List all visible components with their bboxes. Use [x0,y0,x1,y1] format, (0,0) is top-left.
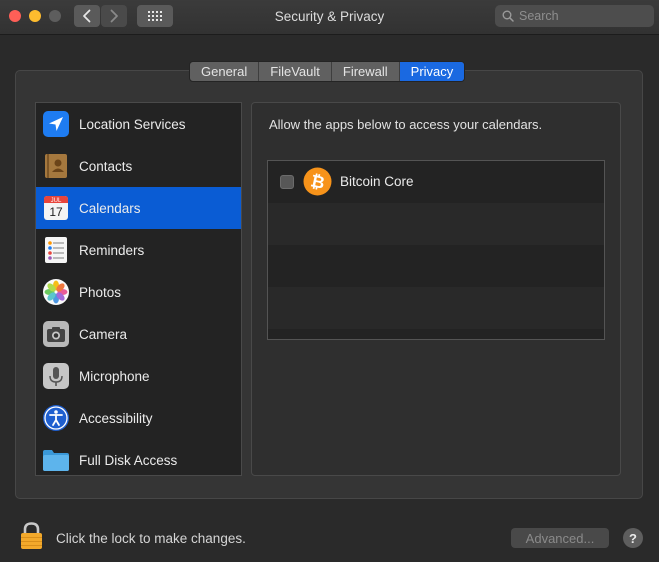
tab-filevault[interactable]: FileVault [259,62,332,81]
sidebar-item-label: Calendars [79,200,141,216]
tab-bar: General FileVault Firewall Privacy [189,61,466,82]
location-arrow-icon [43,111,69,137]
advanced-button[interactable]: Advanced... [511,528,609,548]
permission-description: Allow the apps below to access your cale… [269,117,543,132]
sidebar-item-accessibility[interactable]: Accessibility [36,397,241,439]
sidebar-item-label: Reminders [79,242,145,258]
search-icon [502,10,514,22]
list-empty-row [268,287,604,329]
app-permission-checkbox[interactable] [280,175,294,189]
sidebar-item-label: Contacts [79,158,133,174]
sidebar-item-contacts[interactable]: Contacts [36,145,241,187]
list-empty-row [268,329,604,339]
tab-privacy[interactable]: Privacy [399,62,465,81]
sidebar-item-camera[interactable]: Camera [36,313,241,355]
sidebar-item-location-services[interactable]: Location Services [36,103,241,145]
calendar-month: JUL [51,198,62,204]
sidebar-item-reminders[interactable]: Reminders [36,229,241,271]
camera-icon [43,321,69,347]
sidebar-item-label: Full Disk Access [79,452,178,468]
tab-general[interactable]: General [190,62,260,81]
sidebar-item-photos[interactable]: Photos [36,271,241,313]
app-name: Bitcoin Core [340,174,414,189]
photos-flower-icon [43,279,69,305]
app-list: ₿ Bitcoin Core [267,160,605,340]
sidebar-item-calendars[interactable]: JUL 17 Calendars [36,187,241,229]
microphone-icon [43,363,69,389]
list-empty-row [268,245,604,287]
list-item[interactable]: ₿ Bitcoin Core [268,161,604,203]
tab-firewall[interactable]: Firewall [332,62,400,81]
sidebar-item-full-disk-access[interactable]: Full Disk Access [36,439,241,481]
folder-icon [43,450,69,471]
lock-icon[interactable] [19,521,44,550]
calendar-icon: JUL 17 [44,196,68,220]
search-input[interactable] [519,9,644,23]
sidebar-item-label: Camera [79,326,128,342]
list-empty-row [268,203,604,245]
sidebar-item-label: Photos [79,284,122,300]
sidebar-item-microphone[interactable]: Microphone [36,355,241,397]
bitcoin-icon: ₿ [303,167,332,196]
reminders-list-icon [45,237,67,263]
help-button[interactable]: ? [623,528,643,548]
sidebar-item-label: Accessibility [79,410,153,426]
title-bar: Security & Privacy [0,0,659,35]
privacy-category-list: Location Services Contacts JUL 17 Calend… [35,102,242,476]
sidebar-item-label: Location Services [79,116,186,132]
contacts-book-icon [45,154,67,178]
search-field[interactable] [495,5,654,27]
lock-status-text: Click the lock to make changes. [56,531,246,546]
sidebar-item-label: Microphone [79,368,150,384]
accessibility-icon [43,405,69,431]
calendar-day: 17 [49,205,63,219]
